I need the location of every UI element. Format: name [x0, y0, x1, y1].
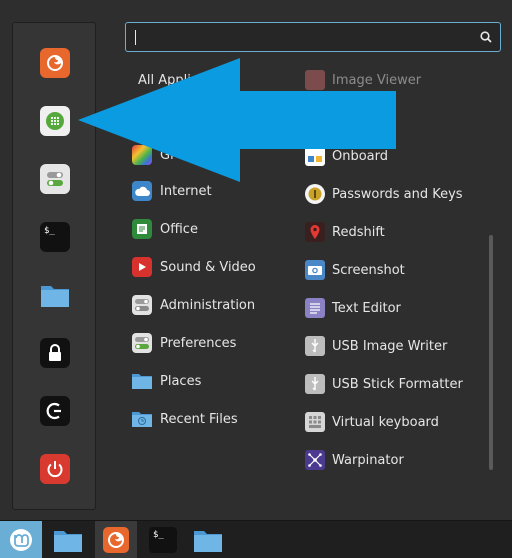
terminal-icon: $_	[149, 527, 177, 553]
usb-image-writer-icon	[305, 336, 325, 356]
app-label: Text Editor	[332, 300, 401, 316]
category-label: Sound & Video	[160, 259, 256, 275]
preferences-icon	[132, 333, 152, 353]
usb-stick-formatter-icon	[305, 374, 325, 394]
app-virtual-keyboard[interactable]: Virtual keyboard	[305, 410, 439, 434]
favorite-terminal-button[interactable]: $_	[40, 222, 70, 252]
category-label: Internet	[160, 183, 212, 199]
screenshot-icon	[305, 260, 325, 280]
desktop-icon	[54, 531, 82, 552]
favorite-firefox-button[interactable]	[40, 48, 70, 78]
favorite-lock-screen-button[interactable]	[40, 338, 70, 368]
category-label: Office	[160, 221, 198, 237]
text-editor-icon	[305, 298, 325, 318]
app-label: Redshift	[332, 224, 385, 240]
category-administration[interactable]: Administration	[132, 293, 255, 317]
office-icon	[132, 219, 152, 239]
logout-icon	[46, 402, 61, 420]
category-label: Recent Files	[160, 411, 238, 427]
app-label: USB Stick Formatter	[332, 376, 463, 392]
favorite-files-button[interactable]	[40, 280, 70, 310]
category-office[interactable]: Office	[132, 217, 198, 241]
app-warpinator[interactable]: Warpinator	[305, 448, 404, 472]
software-manager-icon	[46, 112, 64, 130]
taskbar: $_	[0, 520, 512, 558]
menu-button[interactable]	[0, 521, 42, 558]
category-preferences[interactable]: Preferences	[132, 331, 236, 355]
app-label: Virtual keyboard	[332, 414, 439, 430]
category-places[interactable]: Places	[132, 369, 201, 393]
app-text-editor[interactable]: Text Editor	[305, 296, 401, 320]
taskbar-firefox[interactable]	[95, 521, 137, 558]
app-screenshot[interactable]: Screenshot	[305, 258, 405, 282]
app-label: Screenshot	[332, 262, 405, 278]
text-cursor	[135, 30, 136, 45]
warpinator-icon	[305, 450, 325, 470]
taskbar-files[interactable]	[190, 521, 226, 558]
apps-scrollbar[interactable]	[489, 235, 493, 470]
pointer-arrow-overlay	[78, 58, 396, 182]
app-label: Passwords and Keys	[332, 186, 463, 202]
app-passwords-and-keys[interactable]: Passwords and Keys	[305, 182, 463, 206]
sound-video-icon	[132, 257, 152, 277]
terminal-icon: $_	[44, 226, 55, 236]
places-icon	[132, 371, 152, 391]
files-icon	[194, 531, 222, 552]
favorite-software-manager-button[interactable]	[40, 106, 70, 136]
system-settings-icon	[47, 172, 63, 186]
category-recent-files[interactable]: Recent Files	[132, 407, 238, 431]
taskbar-terminal[interactable]: $_	[145, 521, 181, 558]
category-label: Preferences	[160, 335, 237, 351]
internet-icon	[132, 181, 152, 201]
category-label: Places	[160, 373, 202, 389]
app-usb-stick-formatter[interactable]: USB Stick Formatter	[305, 372, 463, 396]
power-icon	[47, 461, 63, 478]
passwords-keys-icon	[305, 184, 325, 204]
firefox-icon	[47, 55, 63, 71]
redshift-icon	[305, 222, 325, 242]
search-input[interactable]	[138, 28, 468, 46]
taskbar-show-desktop[interactable]	[50, 521, 86, 558]
lock-icon	[49, 344, 61, 361]
recent-files-icon	[132, 409, 152, 429]
app-usb-image-writer[interactable]: USB Image Writer	[305, 334, 447, 358]
search-icon[interactable]	[480, 31, 492, 43]
application-menu: $_ All Applications Gr Internet	[0, 0, 512, 520]
search-field[interactable]	[125, 22, 501, 52]
favorite-quit-button[interactable]	[40, 454, 70, 484]
terminal-prompt: $_	[153, 530, 164, 540]
linux-mint-logo-icon	[10, 529, 32, 551]
administration-icon	[132, 295, 152, 315]
firefox-icon	[103, 527, 129, 553]
category-label: Administration	[160, 297, 256, 313]
favorite-system-settings-button[interactable]	[40, 164, 70, 194]
virtual-keyboard-icon	[305, 412, 325, 432]
category-sound-video[interactable]: Sound & Video	[132, 255, 256, 279]
app-label: Warpinator	[332, 452, 404, 468]
app-redshift[interactable]: Redshift	[305, 220, 385, 244]
files-icon	[41, 286, 69, 307]
favorite-logout-button[interactable]	[40, 396, 70, 426]
app-label: USB Image Writer	[332, 338, 448, 354]
